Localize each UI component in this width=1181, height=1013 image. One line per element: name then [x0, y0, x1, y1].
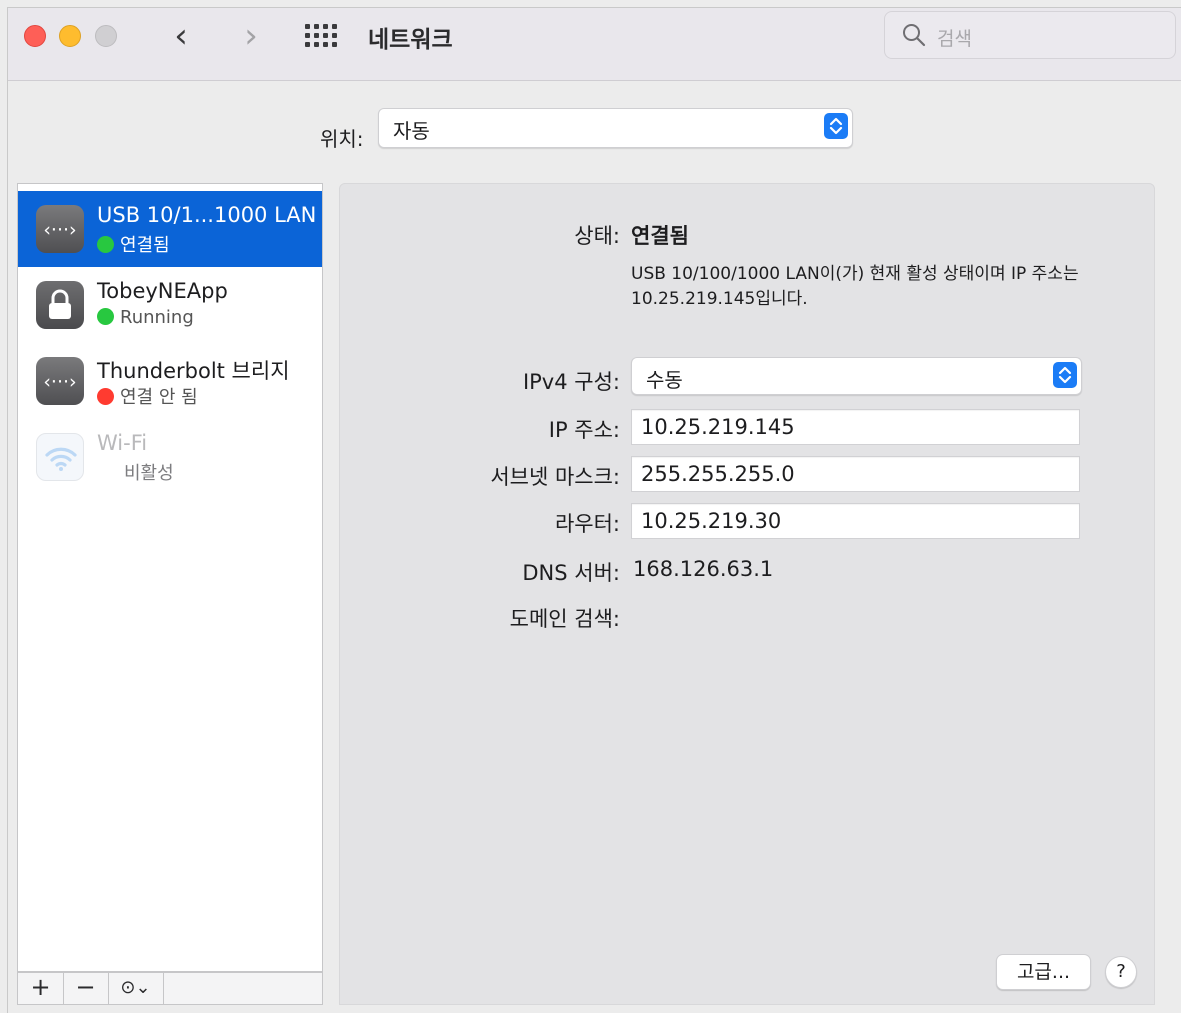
window-title: 네트워크 [368, 27, 453, 53]
service-item-usb-lan[interactable]: ‹···› USB 10/1...1000 LAN 연결됨 [18, 191, 322, 267]
show-all-grid-icon[interactable] [305, 24, 339, 48]
ethernet-icon: ‹···› [36, 357, 84, 405]
subnet-mask-field[interactable]: 255.255.255.0 [631, 456, 1080, 492]
status-value: 연결됨 [631, 224, 689, 248]
svg-text:‹···›: ‹···› [43, 371, 76, 393]
location-popup[interactable]: 자동 [378, 108, 853, 148]
search-placeholder: 검색 [937, 28, 972, 50]
minimize-window-button[interactable] [59, 25, 81, 47]
status-dot-red [97, 388, 114, 405]
ipv4-config-popup[interactable]: 수동 [631, 357, 1082, 395]
router-field[interactable]: 10.25.219.30 [631, 503, 1080, 539]
toolbar: ‹ › 네트워크 검색 [8, 8, 1181, 81]
back-button[interactable]: ‹ [166, 16, 196, 56]
advanced-button[interactable]: 고급... [996, 954, 1091, 990]
service-status: 연결 안 됨 [97, 383, 198, 409]
popup-chevron-icon [824, 113, 848, 139]
forward-button[interactable]: › [236, 16, 266, 56]
status-description: USB 10/100/1000 LAN이(가) 현재 활성 상태이며 IP 주소… [631, 264, 1079, 309]
service-name: TobeyNEApp [97, 279, 228, 303]
popup-chevron-icon [1053, 362, 1077, 388]
status-dot-green [97, 236, 114, 253]
service-status: 비활성 [124, 463, 174, 484]
service-name: USB 10/1...1000 LAN [97, 203, 317, 227]
lock-icon [36, 281, 84, 329]
ip-address-label: IP 주소: [548, 418, 620, 442]
service-name: Thunderbolt 브리지 [97, 359, 290, 383]
service-status: Running [97, 307, 194, 328]
action-menu-button[interactable]: ⊙⌄ [108, 973, 164, 1004]
search-domains-label: 도메인 검색: [509, 607, 620, 631]
ip-address-field[interactable]: 10.25.219.145 [631, 409, 1080, 445]
svg-text:‹···›: ‹···› [43, 219, 76, 241]
ipv4-config-value: 수동 [646, 368, 683, 392]
subnet-mask-label: 서브넷 마스크: [490, 465, 620, 489]
ipv4-config-label: IPv4 구성: [522, 370, 620, 394]
service-name: Wi-Fi [97, 431, 148, 455]
dns-server-label: DNS 서버: [522, 561, 620, 585]
help-button[interactable]: ? [1105, 956, 1137, 988]
service-item-tobeyneapp[interactable]: TobeyNEApp Running [18, 267, 322, 343]
search-field[interactable]: 검색 [884, 11, 1176, 59]
location-label: 위치: [320, 127, 364, 151]
router-label: 라우터: [554, 512, 620, 536]
location-value: 자동 [393, 119, 430, 143]
close-window-button[interactable] [24, 25, 46, 47]
wifi-icon [36, 433, 84, 481]
service-list: ‹···› USB 10/1...1000 LAN 연결됨 TobeyNEApp… [17, 183, 323, 972]
service-item-thunderbolt-bridge[interactable]: ‹···› Thunderbolt 브리지 연결 안 됨 [18, 343, 322, 419]
service-item-wifi[interactable]: Wi-Fi 비활성 [18, 419, 322, 495]
status-dot-green [97, 308, 114, 325]
service-status: 연결됨 [97, 231, 170, 257]
ethernet-icon: ‹···› [36, 205, 84, 253]
remove-service-button[interactable]: − [63, 973, 109, 1004]
service-list-toolbar: + − ⊙⌄ [17, 972, 323, 1005]
add-service-button[interactable]: + [18, 973, 64, 1004]
zoom-window-button[interactable] [95, 25, 117, 47]
subnet-mask-value: 255.255.255.0 [641, 462, 795, 486]
router-value: 10.25.219.30 [641, 509, 782, 533]
dns-server-value: 168.126.63.1 [633, 557, 774, 581]
ip-address-value: 10.25.219.145 [641, 415, 795, 439]
search-icon [903, 24, 926, 47]
status-label: 상태: [574, 224, 620, 248]
